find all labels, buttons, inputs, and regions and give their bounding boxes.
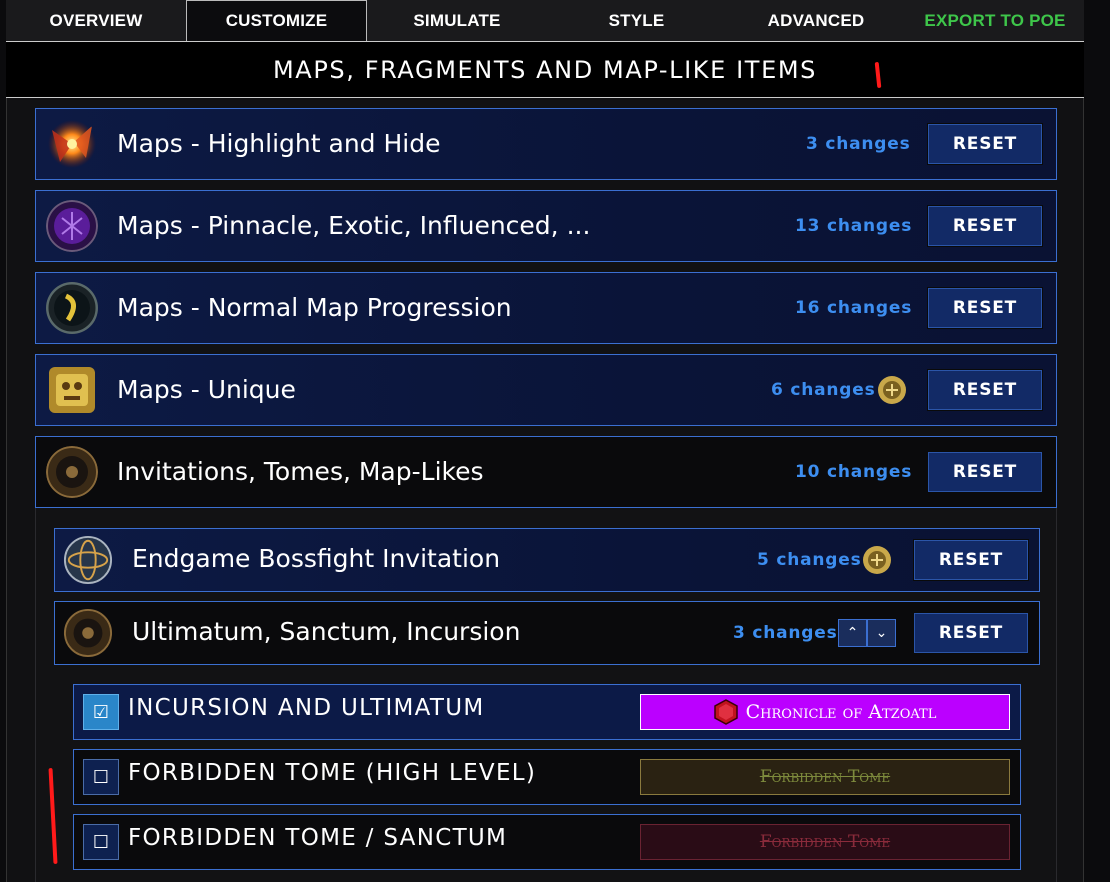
changes-count[interactable]: 13 changes [795,216,912,236]
group-maps-highlight-hide[interactable]: Maps - Highlight and Hide 3 changes RESE… [35,108,1057,180]
subgroup-ultimatum-sanctum[interactable]: Ultimatum, Sanctum, Incursion 3 changes … [54,601,1040,665]
tab-customize[interactable]: CUSTOMIZE [186,0,367,41]
preview-text: Chronicle of Atzoatl [745,701,937,723]
group-maps-pinnacle[interactable]: Maps - Pinnacle, Exotic, Influenced, ...… [35,190,1057,262]
rule-checkbox[interactable]: ☐ [83,824,119,860]
changes-count[interactable]: 10 changes [795,462,912,482]
tab-overview[interactable]: OVERVIEW [6,0,186,41]
ultimatum-icon [63,608,113,658]
reset-button[interactable]: RESET [927,369,1043,411]
style-preview[interactable]: Chronicle of Atzoatl [640,694,1010,730]
content-panel: Maps - Highlight and Hide 3 changes RESE… [6,98,1084,882]
reset-button[interactable]: RESET [927,451,1043,493]
rule-incursion-ultimatum[interactable]: ☑ INCURSION AND ULTIMATUM Chronicle of A… [73,684,1021,740]
subgroup-title: Endgame Bossfight Invitation [132,544,501,573]
changes-count[interactable]: 16 changes [795,298,912,318]
section-title: MAPS, FRAGMENTS AND MAP-LIKE ITEMS [273,55,817,84]
tab-bar: OVERVIEW CUSTOMIZE SIMULATE STYLE ADVANC… [6,0,1084,41]
rule-checkbox[interactable]: ☑ [83,694,119,730]
group-maps-unique[interactable]: Maps - Unique 6 changes RESET [35,354,1057,426]
filter-editor: OVERVIEW CUSTOMIZE SIMULATE STYLE ADVANC… [0,0,1110,882]
changes-count[interactable]: 5 changes [757,550,862,570]
group-invitations-tomes[interactable]: Invitations, Tomes, Map-Likes 10 changes… [35,436,1057,508]
section-header: MAPS, FRAGMENTS AND MAP-LIKE ITEMS [6,41,1084,98]
tab-simulate[interactable]: SIMULATE [367,0,547,41]
tab-export-to-poe[interactable]: EXPORT TO POE [906,0,1084,41]
normal-map-icon [46,282,98,334]
unique-map-icon [49,367,95,413]
style-preview[interactable]: Forbidden Tome [640,824,1010,860]
red-hexagon-icon [713,699,738,725]
changes-count[interactable]: 6 changes [771,380,876,400]
changes-count[interactable]: 3 changes [806,134,911,154]
rule-label: FORBIDDEN TOME (HIGH LEVEL) [128,760,537,786]
tab-style[interactable]: STYLE [547,0,726,41]
subgroup-endgame-bossfight[interactable]: Endgame Bossfight Invitation 5 changes R… [54,528,1040,592]
chevron-up-icon[interactable]: ⌃ [838,619,867,647]
purple-map-icon [46,200,98,252]
reset-button[interactable]: RESET [913,612,1029,654]
reset-button[interactable]: RESET [927,123,1043,165]
rule-label: FORBIDDEN TOME / SANCTUM [128,825,508,851]
group-maps-normal-progression[interactable]: Maps - Normal Map Progression 16 changes… [35,272,1057,344]
collapse-expand-controls: ⌃ ⌄ [838,619,896,647]
gold-badge-icon [878,376,906,404]
group-title: Maps - Unique [117,375,296,404]
subgroup-title: Ultimatum, Sanctum, Incursion [132,617,521,646]
changes-count[interactable]: 3 changes [733,623,838,643]
reset-button[interactable]: RESET [913,539,1029,581]
reset-button[interactable]: RESET [927,205,1043,247]
group-title: Invitations, Tomes, Map-Likes [117,457,484,486]
rule-checkbox[interactable]: ☐ [83,759,119,795]
reset-button[interactable]: RESET [927,287,1043,329]
group-title: Maps - Highlight and Hide [117,129,441,158]
rule-forbidden-tome-high[interactable]: ☐ FORBIDDEN TOME (HIGH LEVEL) Forbidden … [73,749,1021,805]
rule-forbidden-tome-sanctum[interactable]: ☐ FORBIDDEN TOME / SANCTUM Forbidden Tom… [73,814,1021,870]
group-title: Maps - Normal Map Progression [117,293,512,322]
chevron-down-icon[interactable]: ⌄ [867,619,896,647]
map-fragment-icon [48,120,96,168]
style-preview[interactable]: Forbidden Tome [640,759,1010,795]
invitation-icon [46,446,98,498]
tab-advanced[interactable]: ADVANCED [726,0,906,41]
group-title: Maps - Pinnacle, Exotic, Influenced, ... [117,211,591,240]
gold-badge-icon [863,546,891,574]
group-expanded-content: Endgame Bossfight Invitation 5 changes R… [35,508,1057,882]
rule-label: INCURSION AND ULTIMATUM [128,695,485,721]
bossfight-orb-icon [63,535,113,585]
